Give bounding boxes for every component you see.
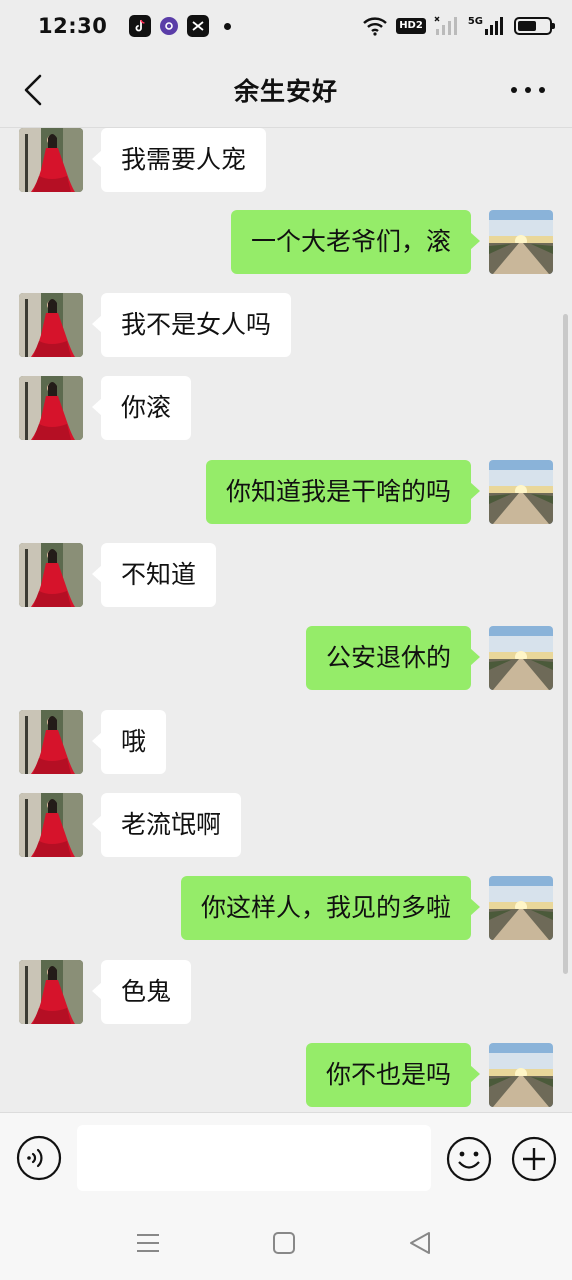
message-bubble[interactable]: 色鬼: [91, 960, 192, 1024]
message-bubble[interactable]: 一个大老爷们，滚: [230, 210, 481, 274]
chat-header: 余生安好: [0, 52, 572, 128]
outgoing-message: 公安退休的: [0, 626, 572, 694]
my-avatar[interactable]: [489, 460, 553, 524]
my-avatar[interactable]: [489, 876, 553, 940]
capcut-icon: [187, 15, 210, 37]
incoming-message: 不知道: [0, 543, 572, 611]
message-input[interactable]: [77, 1125, 431, 1191]
outgoing-message: 你不也是吗: [0, 1043, 572, 1111]
input-bar: [0, 1112, 572, 1204]
signal-sim2-icon: [485, 17, 503, 35]
message-bubble[interactable]: 你知道我是干啥的吗: [205, 460, 481, 524]
incoming-message: 我需要人宠: [0, 128, 572, 196]
incoming-message: 你滚: [0, 376, 572, 444]
message-bubble[interactable]: 老流氓啊: [91, 793, 242, 857]
outgoing-message: 一个大老爷们，滚: [0, 210, 572, 278]
contact-avatar[interactable]: [19, 293, 83, 357]
incoming-message: 色鬼: [0, 960, 572, 1028]
incoming-message: 我不是女人吗: [0, 293, 572, 361]
status-time: 12:30: [38, 14, 108, 38]
contact-avatar[interactable]: [19, 793, 83, 857]
incoming-message: 老流氓啊: [0, 793, 572, 861]
status-indicators: HD2 5G: [362, 16, 555, 36]
message-bubble[interactable]: 我不是女人吗: [91, 293, 292, 357]
circle-app-icon: [160, 17, 179, 35]
back-arrow-icon[interactable]: [16, 70, 52, 110]
message-bubble[interactable]: 你不也是吗: [305, 1043, 481, 1107]
tiktok-icon: [129, 15, 152, 37]
my-avatar[interactable]: [489, 626, 553, 690]
message-list[interactable]: 我需要人宠一个大老爷们，滚我不是女人吗 你滚 你知道我是干啥的吗不知道公安退休的哦老…: [0, 128, 572, 1112]
recent-apps-icon[interactable]: [133, 1230, 163, 1256]
contact-avatar[interactable]: [19, 376, 83, 440]
message-bubble[interactable]: 哦: [91, 710, 167, 774]
voice-input-icon[interactable]: [16, 1135, 62, 1181]
incoming-message: 哦: [0, 710, 572, 778]
message-bubble[interactable]: 不知道: [91, 543, 217, 607]
network-type-label: 5G: [467, 16, 483, 27]
system-navigation-bar: [0, 1204, 572, 1280]
status-bar: 12:30 HD2 5G: [0, 0, 572, 52]
message-bubble[interactable]: 你这样人，我见的多啦: [180, 876, 481, 940]
signal-sim1-icon: [434, 16, 457, 35]
more-options-icon[interactable]: [508, 78, 548, 102]
status-app-icons: [129, 15, 232, 37]
contact-avatar[interactable]: [19, 960, 83, 1024]
my-avatar[interactable]: [489, 210, 553, 274]
contact-avatar[interactable]: [19, 710, 83, 774]
notification-dot-icon: [224, 22, 232, 30]
chat-title: 余生安好: [233, 76, 338, 106]
message-bubble[interactable]: 我需要人宠: [91, 128, 267, 192]
wifi-icon: [363, 17, 388, 36]
contact-avatar[interactable]: [19, 543, 83, 607]
emoji-icon[interactable]: [445, 1135, 493, 1183]
message-bubble[interactable]: 你滚: [91, 376, 192, 440]
battery-icon: [514, 17, 555, 35]
outgoing-message: 你这样人，我见的多啦: [0, 876, 572, 944]
message-bubble[interactable]: 公安退休的: [305, 626, 481, 690]
signal-sim2: 5G: [468, 16, 506, 36]
outgoing-message: 你知道我是干啥的吗: [0, 460, 572, 528]
contact-avatar[interactable]: [19, 128, 83, 192]
battery-level-fill: [518, 21, 536, 31]
hd-voice-badge: HD2: [396, 18, 426, 34]
home-icon[interactable]: [269, 1230, 299, 1256]
my-avatar[interactable]: [489, 1043, 553, 1107]
add-more-icon[interactable]: [510, 1135, 558, 1183]
back-triangle-icon[interactable]: [405, 1230, 435, 1256]
